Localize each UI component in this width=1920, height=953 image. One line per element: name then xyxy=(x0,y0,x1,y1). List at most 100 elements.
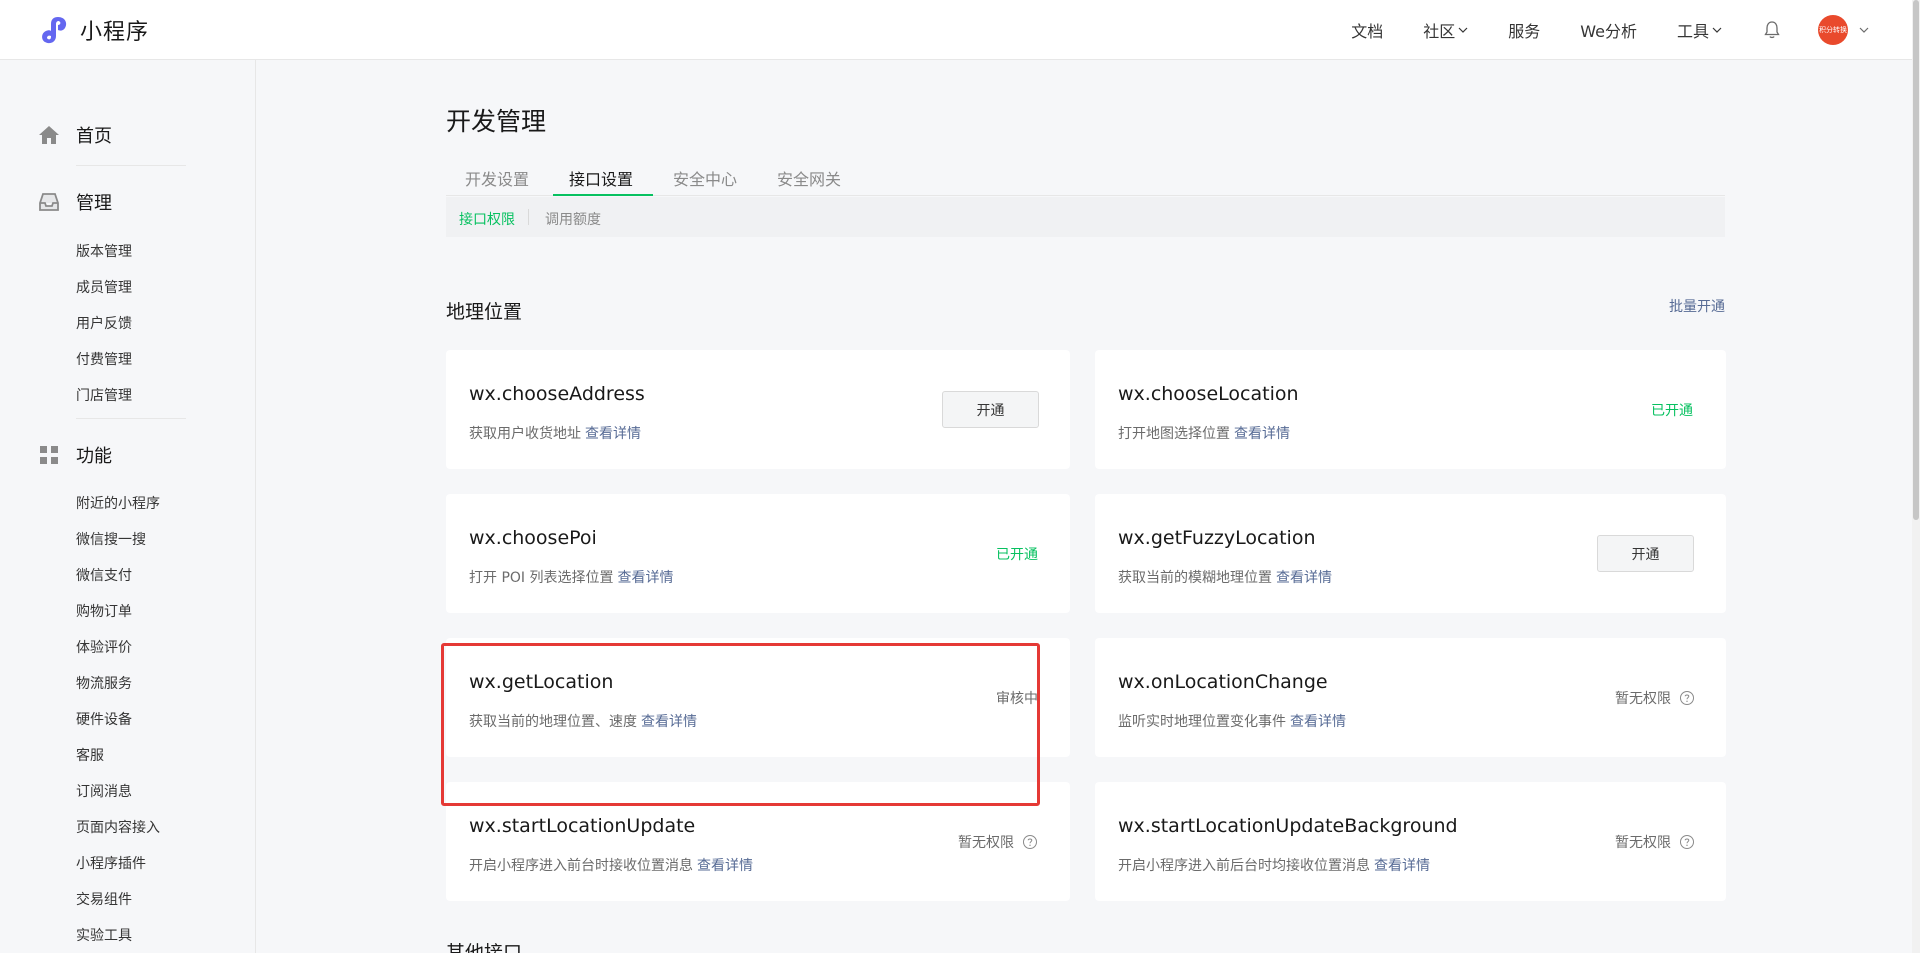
sidebar-item-member-manage[interactable]: 成员管理 xyxy=(76,277,132,297)
view-details-link[interactable]: 查看详情 xyxy=(1374,858,1430,874)
api-name: wx.chooseLocation xyxy=(1118,383,1299,405)
nav-we-analytics-label: We分析 xyxy=(1580,22,1637,41)
api-card-onLocationChange: wx.onLocationChange 监听实时地理位置变化事件 查看详情 暂无权… xyxy=(1095,638,1726,757)
sidebar-item-payment-manage[interactable]: 付费管理 xyxy=(76,349,132,369)
status-no-permission: 暂无权限 xyxy=(958,832,1038,852)
api-desc-text: 打开地图选择位置 xyxy=(1118,426,1230,442)
view-details-link[interactable]: 查看详情 xyxy=(585,426,641,442)
tab-dev-settings[interactable]: 开发设置 xyxy=(465,166,529,190)
api-card-startLocationUpdateBackground: wx.startLocationUpdateBackground 开启小程序进入… xyxy=(1095,782,1726,901)
nav-community[interactable]: 社区 xyxy=(1423,18,1468,42)
enable-button[interactable]: 开通 xyxy=(1597,535,1694,572)
nav-we-analytics[interactable]: We分析 xyxy=(1580,18,1637,42)
view-details-link[interactable]: 查看详情 xyxy=(1234,426,1290,442)
subtab-call-quota[interactable]: 调用额度 xyxy=(545,209,601,229)
sidebar-item-version-manage[interactable]: 版本管理 xyxy=(76,241,132,261)
grid-icon xyxy=(40,446,58,464)
tab-api-settings[interactable]: 接口设置 xyxy=(569,166,633,190)
sidebar-item-store-manage[interactable]: 门店管理 xyxy=(76,385,132,405)
batch-enable-link[interactable]: 批量开通 xyxy=(1669,296,1725,316)
api-desc: 开启小程序进入前台时接收位置消息 查看详情 xyxy=(469,855,753,875)
nav-community-label: 社区 xyxy=(1423,22,1456,41)
api-name: wx.startLocationUpdateBackground xyxy=(1118,815,1458,837)
sidebar-group-features[interactable]: 功能 xyxy=(38,442,112,468)
api-name: wx.chooseAddress xyxy=(469,383,645,405)
api-desc: 获取用户收货地址 查看详情 xyxy=(469,423,641,443)
logo-text: 小程序 xyxy=(80,20,150,45)
view-details-link[interactable]: 查看详情 xyxy=(641,714,697,730)
status-no-permission-text: 暂无权限 xyxy=(1615,691,1671,707)
sidebar-group-manage[interactable]: 管理 xyxy=(38,189,112,215)
sidebar-item-trade-component[interactable]: 交易组件 xyxy=(76,889,132,909)
nav-docs-label: 文档 xyxy=(1351,22,1384,41)
sidebar-item-logistics[interactable]: 物流服务 xyxy=(76,673,132,693)
status-no-permission: 暂无权限 xyxy=(1615,688,1695,708)
sidebar-item-user-feedback[interactable]: 用户反馈 xyxy=(76,313,132,333)
status-under-review: 审核中 xyxy=(996,691,1038,707)
bell-icon[interactable] xyxy=(1762,20,1782,40)
api-name: wx.getLocation xyxy=(469,671,614,693)
api-desc: 打开地图选择位置 查看详情 xyxy=(1118,423,1290,443)
question-circle-icon[interactable] xyxy=(1679,834,1695,850)
inbox-icon xyxy=(39,193,59,211)
tab-security-gateway[interactable]: 安全网关 xyxy=(777,166,841,190)
sidebar-item-hardware[interactable]: 硬件设备 xyxy=(76,709,132,729)
subtab-divider xyxy=(528,209,529,225)
view-details-link[interactable]: 查看详情 xyxy=(1276,570,1332,586)
api-desc: 开启小程序进入前后台时均接收位置消息 查看详情 xyxy=(1118,855,1430,875)
api-desc-text: 获取用户收货地址 xyxy=(469,426,581,442)
api-card-getLocation: wx.getLocation 获取当前的地理位置、速度 查看详情 审核中 xyxy=(446,638,1070,757)
sidebar-divider xyxy=(76,165,186,166)
top-bar: 小程序 文档 社区 服务 We分析 工具 积分转换 xyxy=(0,0,1920,60)
sidebar-manage-label: 管理 xyxy=(76,193,112,214)
question-circle-icon[interactable] xyxy=(1022,834,1038,850)
nav-services[interactable]: 服务 xyxy=(1508,18,1540,42)
api-card-chooseAddress: wx.chooseAddress 获取用户收货地址 查看详情 开通 xyxy=(446,350,1070,469)
sidebar-item-wechat-pay[interactable]: 微信支付 xyxy=(76,565,132,585)
api-desc-text: 获取当前的模糊地理位置 xyxy=(1118,570,1272,586)
subtab-api-permissions[interactable]: 接口权限 xyxy=(459,209,515,229)
chevron-down-icon xyxy=(1712,27,1722,33)
api-desc: 监听实时地理位置变化事件 查看详情 xyxy=(1118,711,1346,731)
tab-security-center[interactable]: 安全中心 xyxy=(673,166,737,190)
top-nav: 文档 社区 服务 We分析 工具 积分转换 xyxy=(1351,0,1920,60)
miniprogram-logo-icon xyxy=(42,17,67,44)
chevron-down-icon xyxy=(1458,27,1468,33)
sidebar-home-label: 首页 xyxy=(76,126,112,147)
api-desc: 打开 POI 列表选择位置 查看详情 xyxy=(469,567,674,587)
sidebar-item-experience-review[interactable]: 体验评价 xyxy=(76,637,132,657)
sidebar-item-wechat-search[interactable]: 微信搜一搜 xyxy=(76,529,146,549)
sidebar-item-plugins[interactable]: 小程序插件 xyxy=(76,853,146,873)
api-card-choosePoi: wx.choosePoi 打开 POI 列表选择位置 查看详情 已开通 xyxy=(446,494,1070,613)
api-desc: 获取当前的地理位置、速度 查看详情 xyxy=(469,711,697,731)
status-enabled: 已开通 xyxy=(1651,403,1693,419)
view-details-link[interactable]: 查看详情 xyxy=(618,570,674,586)
api-name: wx.startLocationUpdate xyxy=(469,815,696,837)
api-desc-text: 打开 POI 列表选择位置 xyxy=(469,570,614,586)
chevron-down-icon[interactable] xyxy=(1858,24,1870,36)
view-details-link[interactable]: 查看详情 xyxy=(697,858,753,874)
api-desc-text: 开启小程序进入前后台时均接收位置消息 xyxy=(1118,858,1370,874)
logo[interactable]: 小程序 xyxy=(38,13,149,47)
sidebar-item-nearby-miniprogram[interactable]: 附近的小程序 xyxy=(76,493,160,513)
status-no-permission-text: 暂无权限 xyxy=(1615,835,1671,851)
sidebar-item-subscription-message[interactable]: 订阅消息 xyxy=(76,781,132,801)
scrollbar[interactable] xyxy=(1912,0,1920,953)
scrollbar-thumb[interactable] xyxy=(1913,0,1919,520)
nav-tools[interactable]: 工具 xyxy=(1677,18,1722,42)
sidebar-item-shopping-orders[interactable]: 购物订单 xyxy=(76,601,132,621)
view-details-link[interactable]: 查看详情 xyxy=(1290,714,1346,730)
enable-button[interactable]: 开通 xyxy=(942,391,1039,428)
status-no-permission-text: 暂无权限 xyxy=(958,835,1014,851)
avatar-text: 积分转换 xyxy=(1819,26,1847,34)
avatar[interactable]: 积分转换 xyxy=(1818,15,1848,45)
nav-docs[interactable]: 文档 xyxy=(1351,18,1383,42)
section-title-other-apis: 其他接口 xyxy=(446,942,523,953)
sidebar-item-customer-service[interactable]: 客服 xyxy=(76,745,104,765)
api-name: wx.onLocationChange xyxy=(1118,671,1328,693)
api-card-chooseLocation: wx.chooseLocation 打开地图选择位置 查看详情 已开通 xyxy=(1095,350,1726,469)
question-circle-icon[interactable] xyxy=(1679,690,1695,706)
sidebar-item-page-content[interactable]: 页面内容接入 xyxy=(76,817,160,837)
sidebar-item-home[interactable]: 首页 xyxy=(38,122,112,148)
sidebar-item-lab-tools[interactable]: 实验工具 xyxy=(76,925,132,945)
